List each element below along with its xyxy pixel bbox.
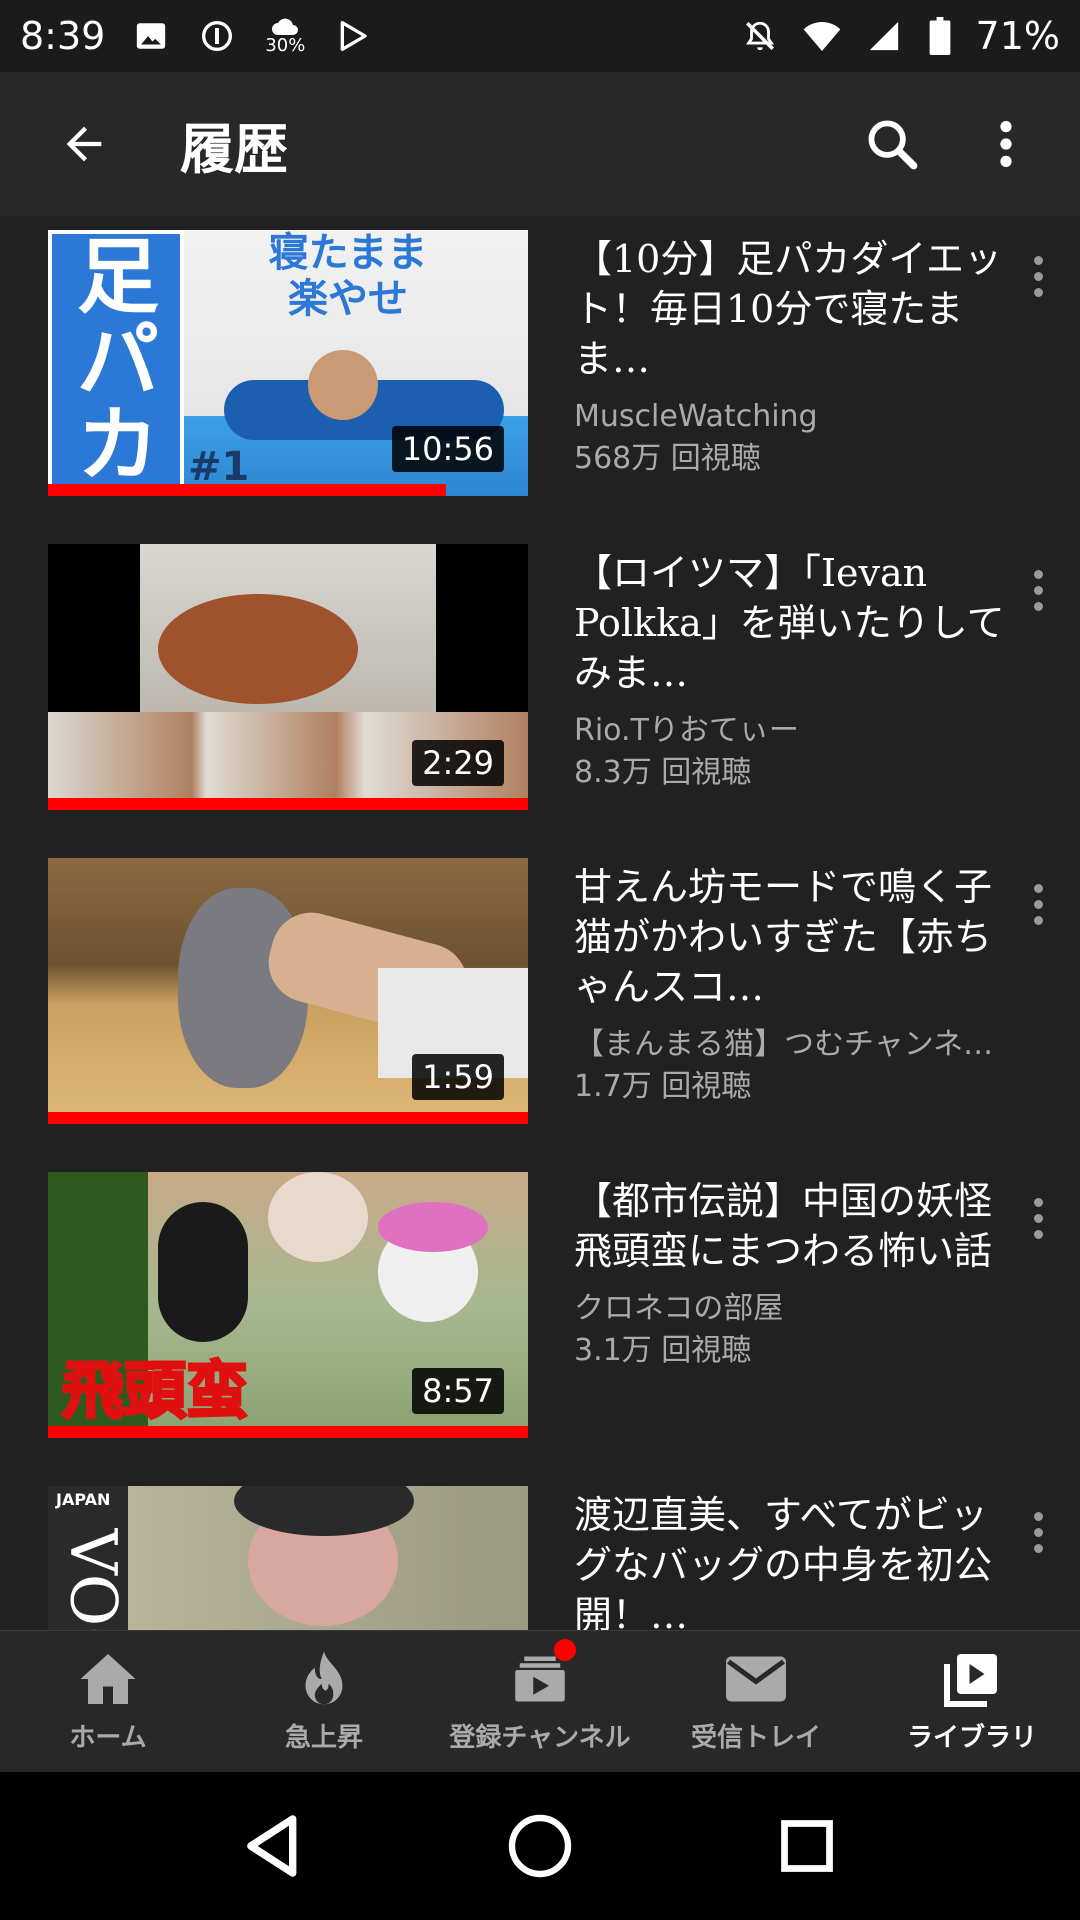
video-title[interactable]: 【10分】足パカダイエット！毎日10分で寝たまま… (574, 234, 1014, 384)
battery-percent: 71% (975, 14, 1060, 58)
watch-progress-fill (48, 484, 447, 496)
video-title[interactable]: 【ロイツマ】「Ievan Polkka」を弾いたりしてみま… (574, 548, 1014, 698)
tab-home[interactable]: ホーム (0, 1631, 216, 1772)
thumbnail-text: 寝たまま 楽やせ (268, 230, 428, 322)
duration-badge: 1:59 (412, 1054, 504, 1100)
list-item[interactable]: 2:29 【ロイツマ】「Ievan Polkka」を弾いたりしてみま… Rio.… (0, 530, 1080, 844)
search-button[interactable] (852, 104, 932, 184)
circle-home-icon (508, 1814, 572, 1878)
status-bar: 8:39 30% 71% (0, 0, 1080, 72)
play-store-icon (333, 16, 373, 56)
tab-label: 受信トレイ (690, 1723, 821, 1753)
video-meta[interactable]: 【ロイツマ】「Ievan Polkka」を弾いたりしてみま… Rio.Tりおてぃ… (574, 548, 1014, 794)
watch-progress-fill (48, 1112, 528, 1124)
view-count: 1.7万 回視聴 (574, 1069, 752, 1104)
video-thumbnail[interactable]: 足パカ 寝たまま 楽やせ #1 10:56 (48, 230, 528, 496)
triangle-back-icon (247, 1815, 297, 1877)
watch-progress (48, 1426, 528, 1438)
channel-name: Rio.Tりおてぃー (574, 713, 799, 748)
tab-label: ホーム (69, 1723, 147, 1753)
more-options-button[interactable] (966, 104, 1046, 184)
thumbnail-text: VOG (55, 1528, 130, 1630)
weather-percent: 30% (265, 35, 306, 56)
square-recents-icon (780, 1820, 833, 1872)
tab-label: 急上昇 (284, 1723, 363, 1753)
arrow-back-icon (66, 126, 102, 162)
flame-icon (292, 1649, 356, 1709)
video-thumbnail[interactable]: JAPAN VOG (48, 1486, 528, 1630)
item-more-button[interactable] (1018, 864, 1058, 944)
video-title[interactable]: 甘えん坊モードで鳴く子猫がかわいすぎた【赤ちゃんスコ… (574, 862, 1014, 1012)
tab-library[interactable]: ライブラリ (864, 1631, 1080, 1772)
back-button[interactable] (44, 104, 124, 184)
app-bar: 履歴 (0, 72, 1080, 216)
tab-trending[interactable]: 急上昇 (216, 1631, 432, 1772)
video-thumbnail[interactable]: 1:59 (48, 858, 528, 1124)
watch-progress (48, 798, 528, 810)
more-vert-icon (1000, 121, 1012, 167)
duration-badge: 8:57 (412, 1368, 504, 1414)
image-icon (131, 16, 171, 56)
item-more-button[interactable] (1018, 1178, 1058, 1258)
system-back-button[interactable] (233, 1806, 313, 1886)
watch-progress-fill (48, 798, 528, 810)
status-time: 8:39 (20, 14, 106, 58)
home-icon (76, 1649, 140, 1709)
thumbnail-text: 足パカ (76, 230, 159, 493)
video-thumbnail[interactable]: 飛頭蛮 8:57 (48, 1172, 528, 1438)
history-list[interactable]: 足パカ 寝たまま 楽やせ #1 10:56 【10分】足パカダイエット！毎日10… (0, 216, 1080, 1630)
video-thumbnail[interactable]: 2:29 (48, 544, 528, 810)
view-count: 8.3万 回視聴 (574, 755, 752, 790)
list-item[interactable]: 1:59 甘えん坊モードで鳴く子猫がかわいすぎた【赤ちゃんスコ… 【まんまる猫】… (0, 844, 1080, 1158)
channel-name: クロネコの部屋 (574, 1291, 784, 1326)
tab-label: ライブラリ (906, 1723, 1037, 1753)
item-more-button[interactable] (1018, 1492, 1058, 1572)
signal-icon (864, 16, 904, 56)
channel-name: MuscleWatching (574, 399, 818, 434)
watch-progress (48, 1112, 528, 1124)
view-count: 568万 回視聴 (574, 441, 761, 476)
tab-label: 登録チャンネル (449, 1723, 631, 1753)
thumbnail-text: JAPAN (56, 1490, 111, 1509)
system-navigation-bar (0, 1772, 1080, 1920)
page-title: 履歴 (180, 116, 288, 181)
tab-subscriptions[interactable]: 登録チャンネル (432, 1631, 648, 1772)
video-title[interactable]: 渡辺直美、すべてがビッグなバッグの中身を初公開！… (574, 1490, 1014, 1630)
notification-badge (554, 1639, 576, 1661)
search-icon (868, 120, 918, 170)
library-icon (940, 1649, 1004, 1709)
item-more-button[interactable] (1018, 236, 1058, 316)
mail-icon (724, 1649, 788, 1709)
item-more-button[interactable] (1018, 550, 1058, 630)
subscriptions-icon (508, 1639, 576, 1709)
video-title[interactable]: 【都市伝説】中国の妖怪 飛頭蛮にまつわる怖い話 (574, 1176, 1014, 1276)
weather-icon: 30% (263, 16, 307, 56)
tab-inbox[interactable]: 受信トレイ (648, 1631, 864, 1772)
watch-progress-fill (48, 1426, 528, 1438)
video-meta[interactable]: 渡辺直美、すべてがビッグなバッグの中身を初公開！… (574, 1490, 1014, 1630)
info-circle-icon (197, 16, 237, 56)
watch-progress (48, 484, 528, 496)
video-meta[interactable]: 【都市伝説】中国の妖怪 飛頭蛮にまつわる怖い話 クロネコの部屋 3.1万 回視聴 (574, 1176, 1014, 1372)
list-item[interactable]: 足パカ 寝たまま 楽やせ #1 10:56 【10分】足パカダイエット！毎日10… (0, 216, 1080, 530)
battery-icon (926, 16, 954, 56)
system-recents-button[interactable] (767, 1806, 847, 1886)
notifications-off-icon (740, 16, 780, 56)
channel-name: 【まんまる猫】つむチャンネ… (574, 1027, 994, 1062)
wifi-icon (802, 16, 842, 56)
view-count: 3.1万 回視聴 (574, 1333, 752, 1368)
list-item[interactable]: JAPAN VOG 渡辺直美、すべてがビッグなバッグの中身を初公開！… (0, 1472, 1080, 1630)
thumbnail-text: 飛頭蛮 (60, 1353, 249, 1429)
video-meta[interactable]: 甘えん坊モードで鳴く子猫がかわいすぎた【赤ちゃんスコ… 【まんまる猫】つむチャン… (574, 862, 1014, 1108)
video-meta[interactable]: 【10分】足パカダイエット！毎日10分で寝たまま… MuscleWatching… (574, 234, 1014, 480)
system-home-button[interactable] (500, 1806, 580, 1886)
duration-badge: 2:29 (412, 740, 504, 786)
duration-badge: 10:56 (391, 426, 504, 472)
list-item[interactable]: 飛頭蛮 8:57 【都市伝説】中国の妖怪 飛頭蛮にまつわる怖い話 クロネコの部屋… (0, 1158, 1080, 1472)
bottom-navigation: ホーム 急上昇 登録チャンネル 受信トレイ ライブラリ (0, 1630, 1080, 1772)
